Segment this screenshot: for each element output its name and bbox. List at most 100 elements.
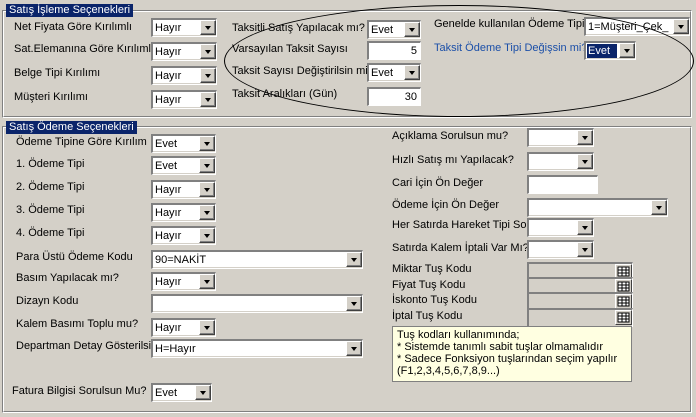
chevron-down-icon[interactable] xyxy=(200,92,216,107)
genelde-odeme-value: 1=Müşteri_Çek_ xyxy=(588,21,669,33)
odeme4-label: 4. Ödeme Tipi xyxy=(16,227,85,239)
odeme2-select[interactable]: Hayır xyxy=(151,180,216,199)
hareket-tipi-select[interactable] xyxy=(527,218,594,237)
chevron-down-icon[interactable] xyxy=(346,252,362,267)
chevron-down-icon[interactable] xyxy=(577,154,593,169)
basim-select[interactable]: Hayır xyxy=(151,272,216,291)
chevron-down-icon[interactable] xyxy=(346,296,362,311)
net-fiyata-select[interactable]: Hayır xyxy=(151,18,217,37)
para-ustu-label: Para Üstü Ödeme Kodu xyxy=(16,251,133,263)
iptal-tus-input[interactable] xyxy=(527,308,633,327)
hizli-satis-select[interactable] xyxy=(527,152,594,171)
musteri-label: Müşteri Kırılımı xyxy=(14,91,88,103)
taksit-odeme-degis-value: Evet xyxy=(587,44,617,58)
kalem-basimi-label: Kalem Basımı Toplu mu? xyxy=(16,318,139,330)
para-ustu-value: 90=NAKİT xyxy=(155,254,207,266)
chevron-down-icon[interactable] xyxy=(199,182,215,197)
note-line: Tuş kodları kullanımında; xyxy=(397,329,520,341)
odeme3-value: Hayır xyxy=(155,207,182,219)
para-ustu-select[interactable]: 90=NAKİT xyxy=(151,250,363,269)
odeme-tipine-label: Ödeme Tipine Göre Kırılım xyxy=(16,136,147,148)
odeme-deger-select[interactable] xyxy=(527,198,668,217)
varsayilan-taksit-label: Varsayılan Taksit Sayısı xyxy=(232,43,348,55)
taksitli-satis-select[interactable]: Evet xyxy=(367,20,421,39)
chevron-down-icon[interactable] xyxy=(200,68,216,83)
taksit-aralik-value: 30 xyxy=(404,91,417,103)
odeme2-label: 2. Ödeme Tipi xyxy=(16,181,85,193)
odeme-deger-label: Ödeme İçin Ön Değer xyxy=(392,199,499,211)
net-fiyata-label: Net Fiyata Göre Kırılımlı xyxy=(14,21,132,33)
aciklama-label: Açıklama Sorulsun mu? xyxy=(392,130,509,142)
chevron-down-icon[interactable] xyxy=(199,228,215,243)
kalem-iptal-select[interactable] xyxy=(527,240,594,259)
basim-value: Hayır xyxy=(155,276,182,288)
fiyat-tus-label: Fiyat Tuş Kodu xyxy=(392,279,466,291)
departman-select[interactable]: H=Hayır xyxy=(151,339,363,358)
genelde-odeme-label: Genelde kullanılan Ödeme Tipi xyxy=(434,18,585,30)
note-line: * Sistemde tanımlı sabit tuşlar olmamalı… xyxy=(397,341,604,353)
genelde-odeme-select[interactable]: 1=Müşteri_Çek_ xyxy=(584,17,690,36)
taksitli-satis-label: Taksitli Satış Yapılacak mı? xyxy=(232,22,365,34)
chevron-down-icon[interactable] xyxy=(577,220,593,235)
kalem-basimi-select[interactable]: Hayır xyxy=(151,318,216,337)
cari-deger-input[interactable] xyxy=(527,175,598,194)
taksit-aralik-label: Taksit Aralıkları (Gün) xyxy=(232,88,338,100)
chevron-down-icon[interactable] xyxy=(404,65,420,80)
chevron-down-icon[interactable] xyxy=(199,320,215,335)
fatura-bilgisi-label: Fatura Bilgisi Sorulsun Mu? xyxy=(12,385,147,397)
dizayn-select[interactable] xyxy=(151,294,363,313)
taksit-degistir-value: Evet xyxy=(371,67,394,79)
satis-odeme-title: Satış Ödeme Seçenekleri xyxy=(6,121,137,134)
lookup-grid-icon[interactable] xyxy=(615,294,632,309)
odeme1-value: Evet xyxy=(155,160,178,172)
dizayn-label: Dizayn Kodu xyxy=(16,295,79,307)
cari-deger-label: Cari İçin Ön Değer xyxy=(392,177,484,189)
chevron-down-icon[interactable] xyxy=(199,158,215,173)
musteri-select[interactable]: Hayır xyxy=(151,90,217,109)
hareket-tipi-label: Her Satırda Hareket Tipi Sor xyxy=(392,219,531,231)
fatura-bilgisi-value: Evet xyxy=(155,387,178,399)
varsayilan-taksit-value: 5 xyxy=(410,45,417,57)
lookup-grid-icon[interactable] xyxy=(615,310,632,325)
odeme-tipine-select[interactable]: Evet xyxy=(151,134,216,153)
hizli-satis-label: Hızlı Satış mı Yapılacak? xyxy=(392,154,514,166)
chevron-down-icon[interactable] xyxy=(404,22,420,37)
departman-value: H=Hayır xyxy=(155,343,196,355)
taksit-aralik-input[interactable]: 30 xyxy=(367,87,421,106)
iptal-tus-label: İptal Tuş Kodu xyxy=(392,310,463,322)
fatura-bilgisi-select[interactable]: Evet xyxy=(151,383,212,402)
departman-label: Departman Detay Gösterilsin xyxy=(16,340,158,352)
odeme4-value: Hayır xyxy=(155,230,182,242)
varsayilan-taksit-input[interactable]: 5 xyxy=(367,41,421,60)
iskonto-tus-label: İskonto Tuş Kodu xyxy=(392,294,477,306)
chevron-down-icon[interactable] xyxy=(199,274,215,289)
odeme3-label: 3. Ödeme Tipi xyxy=(16,204,85,216)
odeme1-select[interactable]: Evet xyxy=(151,156,216,175)
sat-elemanina-select[interactable]: Hayır xyxy=(151,42,217,61)
taksit-degistir-select[interactable]: Evet xyxy=(367,63,421,82)
taksit-degistir-label: Taksit Sayısı Değiştirilsin mi? xyxy=(232,65,374,77)
musteri-value: Hayır xyxy=(155,94,182,106)
chevron-down-icon[interactable] xyxy=(195,385,211,400)
chevron-down-icon[interactable] xyxy=(200,20,216,35)
odeme4-select[interactable]: Hayır xyxy=(151,226,216,245)
chevron-down-icon[interactable] xyxy=(199,205,215,220)
taksit-odeme-degis-select[interactable]: Evet xyxy=(584,41,636,60)
chevron-down-icon[interactable] xyxy=(577,242,593,257)
odeme3-select[interactable]: Hayır xyxy=(151,203,216,222)
chevron-down-icon[interactable] xyxy=(199,136,215,151)
odeme1-label: 1. Ödeme Tipi xyxy=(16,158,85,170)
chevron-down-icon[interactable] xyxy=(577,130,593,145)
chevron-down-icon[interactable] xyxy=(619,43,635,58)
sat-elemanina-value: Hayır xyxy=(155,46,182,58)
aciklama-select[interactable] xyxy=(527,128,594,147)
satis-isleme-title: Satış İşleme Seçenekleri xyxy=(6,4,134,17)
chevron-down-icon[interactable] xyxy=(200,44,216,59)
taksit-odeme-degis-label: Taksit Ödeme Tipi Değişsin mi? xyxy=(434,42,588,54)
belge-tipi-value: Hayır xyxy=(155,70,182,82)
chevron-down-icon[interactable] xyxy=(651,200,667,215)
chevron-down-icon[interactable] xyxy=(346,341,362,356)
chevron-down-icon[interactable] xyxy=(673,19,689,34)
belge-tipi-select[interactable]: Hayır xyxy=(151,66,217,85)
note-line: * Sadece Fonksiyon tuşlarından seçim yap… xyxy=(397,353,618,365)
